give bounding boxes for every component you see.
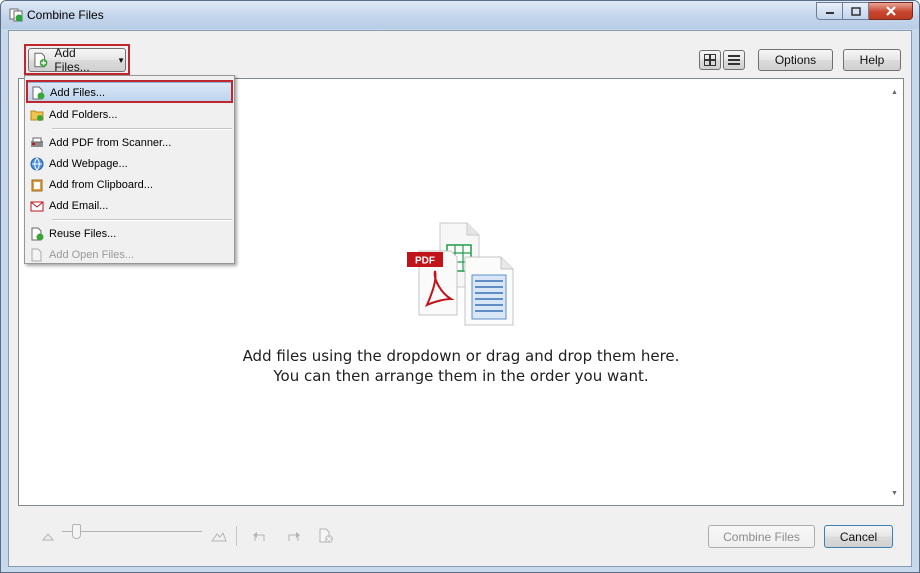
options-button[interactable]: Options	[758, 49, 833, 71]
pdf-doc-icon: PDF	[407, 250, 458, 316]
menu-item-label: Add PDF from Scanner...	[49, 136, 172, 149]
menu-separator	[52, 128, 232, 130]
toolbar-divider	[236, 526, 237, 546]
menu-item-reuse-files[interactable]: Reuse Files...	[27, 223, 232, 244]
open-files-icon	[29, 247, 45, 263]
add-files-menu-item-highlight	[26, 80, 233, 103]
caption-buttons	[816, 2, 913, 20]
minimize-button[interactable]	[816, 2, 843, 20]
reuse-files-icon	[29, 226, 45, 242]
menu-item-add-pdf-from-scanner[interactable]: Add PDF from Scanner...	[27, 132, 232, 153]
add-folder-icon	[29, 107, 45, 123]
combine-files-label: Combine Files	[723, 529, 800, 544]
drop-instructions-line1: Add files using the dropdown or drag and…	[242, 347, 680, 365]
rotate-right-icon[interactable]	[285, 530, 301, 544]
menu-item-label: Reuse Files...	[49, 227, 117, 240]
pdf-badge-text: PDF	[415, 256, 435, 267]
menu-item-add-from-clipboard[interactable]: Add from Clipboard...	[27, 174, 232, 195]
scroll-up-arrow-icon[interactable]: ▲	[891, 89, 898, 96]
zoom-slider-thumb[interactable]	[72, 524, 81, 539]
menu-item-add-folders[interactable]: Add Folders...	[27, 104, 232, 125]
menu-item-label: Add from Clipboard...	[49, 178, 153, 191]
menu-item-label: Add Email...	[49, 199, 109, 212]
minimize-icon	[825, 12, 834, 14]
rotate-left-icon[interactable]	[252, 530, 268, 544]
vertical-scrollbar[interactable]: ▲ ▼	[886, 79, 903, 505]
menu-item-add-open-files[interactable]: Add Open Files...	[27, 244, 232, 265]
drop-instructions-line2: You can then arrange them in the order y…	[273, 367, 649, 385]
add-files-label: Add Files...	[54, 46, 90, 74]
webpage-icon	[29, 156, 45, 172]
menu-separator	[52, 219, 232, 221]
zoom-slider[interactable]	[62, 522, 202, 542]
list-view-icon	[728, 55, 740, 65]
menu-item-label: Add Folders...	[49, 108, 118, 121]
menu-item-add-webpage[interactable]: Add Webpage...	[27, 153, 232, 174]
zoom-in-icon[interactable]	[211, 530, 227, 542]
add-files-menu: Add Files... Add Folders... Add PDF from…	[24, 75, 235, 264]
chevron-down-icon: ▼	[117, 55, 125, 65]
maximize-button[interactable]	[843, 2, 869, 20]
menu-item-add-email[interactable]: Add Email...	[27, 195, 232, 216]
help-button[interactable]: Help	[843, 49, 901, 71]
close-icon	[885, 6, 896, 16]
clipboard-icon	[29, 177, 45, 193]
add-file-icon	[34, 52, 48, 68]
text-doc-icon	[464, 256, 514, 326]
zoom-slider-track	[62, 531, 202, 532]
email-icon	[29, 198, 45, 214]
cancel-label: Cancel	[839, 529, 878, 544]
menu-item-label: Add Webpage...	[49, 157, 128, 170]
window-title: Combine Files	[27, 8, 104, 22]
thumbnail-view-icon	[704, 54, 716, 66]
maximize-icon	[850, 6, 861, 16]
remove-file-icon[interactable]	[318, 528, 334, 544]
title-bar: Combine Files	[1, 1, 919, 29]
file-types-illustration: PDF	[407, 222, 514, 326]
list-view-button[interactable]	[723, 50, 745, 70]
scanner-icon	[29, 135, 45, 151]
close-button[interactable]	[869, 2, 913, 20]
scroll-down-arrow-icon[interactable]: ▼	[891, 490, 898, 497]
app-icon	[9, 8, 23, 22]
menu-item-label: Add Open Files...	[49, 248, 134, 261]
help-label: Help	[859, 53, 885, 67]
thumbnail-view-button[interactable]	[699, 50, 721, 70]
cancel-button[interactable]: Cancel	[824, 525, 893, 548]
combine-files-button[interactable]: Combine Files	[708, 525, 815, 548]
add-files-dropdown-button[interactable]: Add Files... ▼	[28, 46, 126, 74]
options-label: Options	[774, 53, 817, 67]
zoom-out-icon[interactable]	[42, 531, 54, 541]
